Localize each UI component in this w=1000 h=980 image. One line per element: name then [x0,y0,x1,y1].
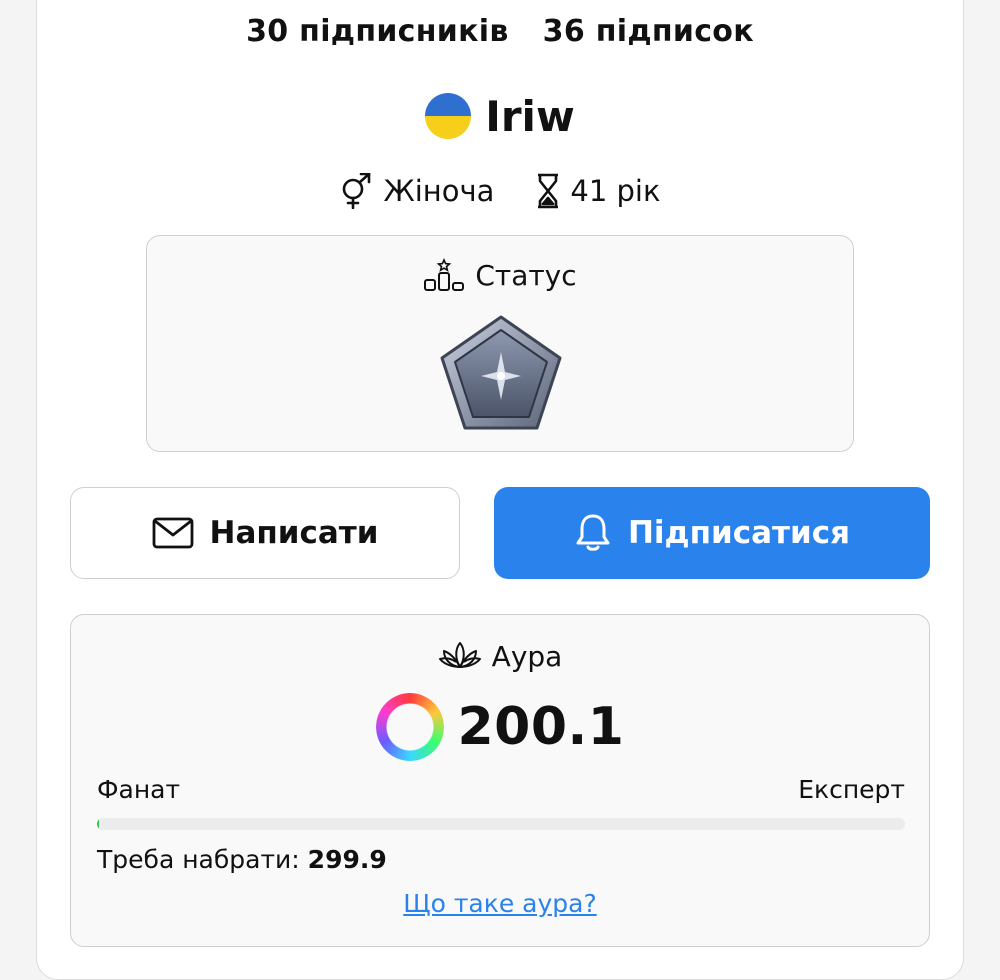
write-message-label: Написати [209,515,379,551]
status-title: Статус [475,258,577,292]
username-row: Iriw [0,86,1000,146]
status-panel: Статус [146,235,854,452]
bell-icon [574,513,612,553]
what-is-aura-link[interactable]: Що таке аура? [71,889,929,918]
hourglass-icon [536,173,560,209]
current-level-label: Фанат [97,775,181,804]
points-needed: Треба набрати: 299.9 [97,845,387,874]
envelope-icon [152,517,194,549]
age-label: 41 рік [570,174,661,208]
username: Iriw [485,91,575,141]
following-count[interactable]: 36 підписок [543,14,754,49]
next-level-label: Експерт [798,775,905,804]
ukraine-flag-icon [425,93,472,139]
follow-stats: 30 підписників 36 підписок [0,14,1000,49]
gender-icon [339,173,373,209]
followers-count[interactable]: 30 підписників [246,14,509,49]
gender-label: Жіноча [383,174,495,208]
aura-ring-icon [375,693,444,761]
points-needed-label: Треба набрати: [97,845,300,874]
aura-title: Аура [491,639,563,673]
aura-value: 200.1 [457,697,625,757]
write-message-button[interactable]: Написати [70,487,460,579]
lotus-icon [438,639,482,673]
silver-pentagon-star-badge [440,315,562,430]
aura-score: 200.1 [71,691,929,763]
podium-star-icon [423,258,465,292]
points-needed-value: 299.9 [307,845,387,874]
subscribe-button[interactable]: Підписатися [494,487,930,579]
status-header: Статус [147,258,853,292]
aura-progress-bar [97,818,905,830]
profile-meta: Жіноча 41 рік [0,166,1000,216]
aura-panel: Аура 200.1 Фанат Експерт Треба набрати: … [70,614,930,947]
subscribe-label: Підписатися [627,515,850,551]
aura-progress-fill [97,818,99,830]
aura-header: Аура [71,639,929,673]
